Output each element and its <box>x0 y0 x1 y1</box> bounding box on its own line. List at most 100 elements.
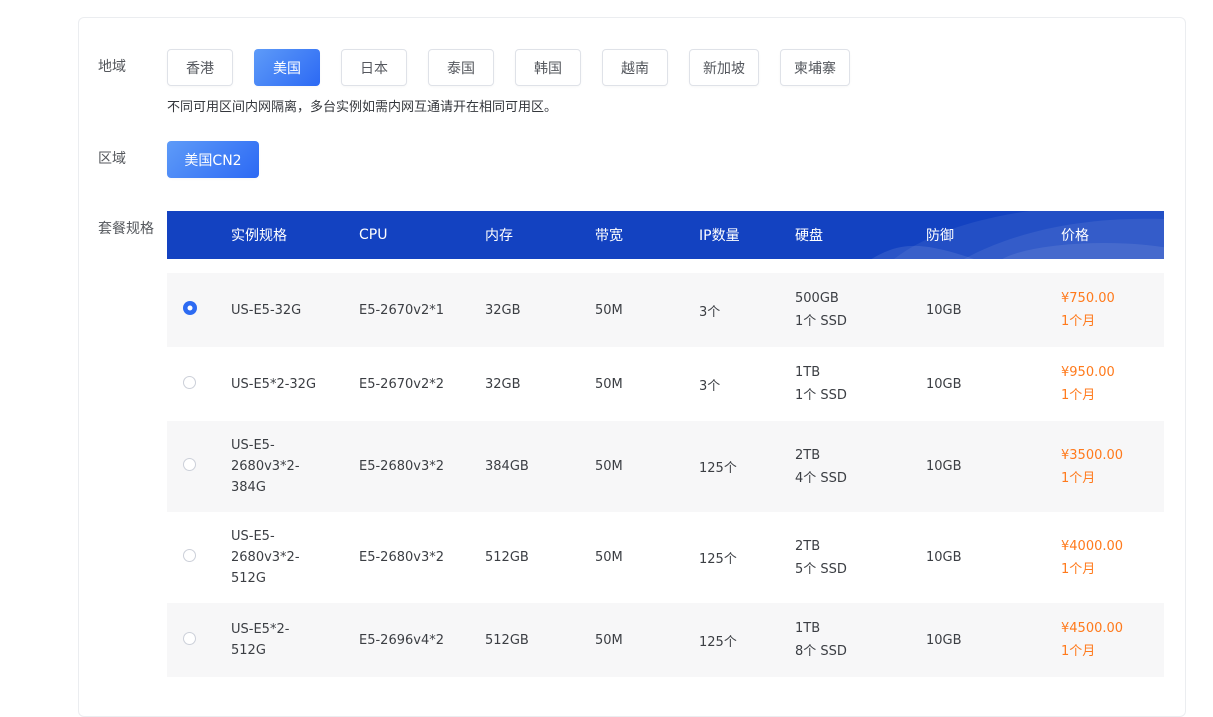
plan-price: ¥4000.00 1个月 <box>1061 535 1164 581</box>
plan-defense: 10GB <box>926 550 1061 565</box>
zone-option-0[interactable]: 美国CN2 <box>167 141 259 178</box>
region-option-0[interactable]: 香港 <box>167 49 233 86</box>
plan-disk-size: 500GB <box>795 287 926 310</box>
plan-price: ¥750.00 1个月 <box>1061 287 1164 333</box>
plan-name: US-E5*2-32G <box>231 374 317 395</box>
region-row: 地域 香港美国日本泰国韩国越南新加坡柬埔寨 不同可用区间内网隔离，多台实例如需内… <box>98 49 1185 117</box>
region-option-5[interactable]: 越南 <box>602 49 668 86</box>
plan-name: US-E5-2680v3*2-384G <box>231 435 317 498</box>
plan-defense: 10GB <box>926 303 1061 318</box>
plan-disk: 2TB 4个 SSD <box>795 444 926 490</box>
header-col-5: 硬盘 <box>795 225 926 245</box>
plan-row: 套餐规格 实例规格CPU内存带宽IP数量硬盘防御价格 US-E5-32G E5-… <box>98 211 1185 677</box>
plan-name: US-E5-32G <box>231 300 317 321</box>
plan-radio[interactable] <box>183 376 196 389</box>
region-option-7[interactable]: 柬埔寨 <box>780 49 850 86</box>
zone-options: 美国CN2 <box>167 141 1185 178</box>
plan-price: ¥950.00 1个月 <box>1061 361 1164 407</box>
plan-price-amount: ¥750.00 <box>1061 287 1164 310</box>
plan-price-amount: ¥4000.00 <box>1061 535 1164 558</box>
plan-defense: 10GB <box>926 633 1061 648</box>
table-row[interactable]: US-E5-2680v3*2-384G E5-2680v3*2 384GB 50… <box>167 421 1164 512</box>
plan-cpu: E5-2670v2*1 <box>359 303 485 318</box>
plan-disk-type: 8个 SSD <box>795 640 926 663</box>
region-option-4[interactable]: 韩国 <box>515 49 581 86</box>
plan-table: 实例规格CPU内存带宽IP数量硬盘防御价格 US-E5-32G E5-2670v… <box>167 211 1164 677</box>
plan-name: US-E5-2680v3*2-512G <box>231 526 317 589</box>
plan-price: ¥3500.00 1个月 <box>1061 444 1164 490</box>
plan-defense: 10GB <box>926 377 1061 392</box>
plan-ip-count: 125个 <box>699 457 795 476</box>
plan-defense: 10GB <box>926 459 1061 474</box>
plan-memory: 512GB <box>485 550 595 565</box>
plan-price-amount: ¥4500.00 <box>1061 617 1164 640</box>
plan-ip-count: 125个 <box>699 548 795 567</box>
table-header: 实例规格CPU内存带宽IP数量硬盘防御价格 <box>167 211 1164 259</box>
header-col-4: IP数量 <box>699 225 795 245</box>
plan-ip-count: 3个 <box>699 375 795 394</box>
plan-disk-size: 2TB <box>795 444 926 467</box>
plan-disk: 1TB 1个 SSD <box>795 361 926 407</box>
table-row[interactable]: US-E5-32G E5-2670v2*1 32GB 50M 3个 500GB … <box>167 273 1164 347</box>
plan-memory: 512GB <box>485 633 595 648</box>
plan-bandwidth: 50M <box>595 377 699 392</box>
plan-cpu: E5-2696v4*2 <box>359 633 485 648</box>
plan-price-amount: ¥3500.00 <box>1061 444 1164 467</box>
plan-bandwidth: 50M <box>595 633 699 648</box>
plan-radio[interactable] <box>183 549 196 562</box>
zone-row: 区域 美国CN2 <box>98 141 1185 178</box>
plan-price-period: 1个月 <box>1061 384 1164 407</box>
plan-disk-type: 1个 SSD <box>795 384 926 407</box>
plan-price-period: 1个月 <box>1061 310 1164 333</box>
region-option-3[interactable]: 泰国 <box>428 49 494 86</box>
header-col-6: 防御 <box>926 225 1061 245</box>
table-body: US-E5-32G E5-2670v2*1 32GB 50M 3个 500GB … <box>167 273 1164 677</box>
zone-label: 区域 <box>98 141 167 178</box>
table-row[interactable]: US-E5*2-32G E5-2670v2*2 32GB 50M 3个 1TB … <box>167 347 1164 421</box>
region-option-1[interactable]: 美国 <box>254 49 320 86</box>
plan-ip-count: 125个 <box>699 631 795 650</box>
table-row[interactable]: US-E5*2-512G E5-2696v4*2 512GB 50M 125个 … <box>167 603 1164 677</box>
header-col-3: 带宽 <box>595 225 699 245</box>
region-option-6[interactable]: 新加坡 <box>689 49 759 86</box>
plan-disk-type: 5个 SSD <box>795 558 926 581</box>
plan-ip-count: 3个 <box>699 301 795 320</box>
plan-memory: 32GB <box>485 303 595 318</box>
plan-disk: 1TB 8个 SSD <box>795 617 926 663</box>
plan-price-amount: ¥950.00 <box>1061 361 1164 384</box>
plan-radio[interactable] <box>183 632 196 645</box>
server-config-panel: 地域 香港美国日本泰国韩国越南新加坡柬埔寨 不同可用区间内网隔离，多台实例如需内… <box>78 17 1186 717</box>
plan-disk-type: 4个 SSD <box>795 467 926 490</box>
plan-price-period: 1个月 <box>1061 467 1164 490</box>
table-row[interactable]: US-E5-2680v3*2-512G E5-2680v3*2 512GB 50… <box>167 512 1164 603</box>
plan-cpu: E5-2680v3*2 <box>359 459 485 474</box>
plan-radio[interactable] <box>183 301 197 315</box>
header-col-7: 价格 <box>1061 225 1164 245</box>
plan-disk-size: 1TB <box>795 361 926 384</box>
region-options: 香港美国日本泰国韩国越南新加坡柬埔寨 <box>167 49 1185 86</box>
plan-bandwidth: 50M <box>595 459 699 474</box>
plan-name: US-E5*2-512G <box>231 619 317 661</box>
plan-label: 套餐规格 <box>98 211 167 248</box>
plan-disk: 500GB 1个 SSD <box>795 287 926 333</box>
plan-bandwidth: 50M <box>595 550 699 565</box>
plan-bandwidth: 50M <box>595 303 699 318</box>
header-col-1: CPU <box>359 227 485 243</box>
region-note: 不同可用区间内网隔离，多台实例如需内网互通请开在相同可用区。 <box>167 99 1185 117</box>
plan-price-period: 1个月 <box>1061 640 1164 663</box>
header-col-2: 内存 <box>485 225 595 245</box>
plan-memory: 384GB <box>485 459 595 474</box>
plan-price-period: 1个月 <box>1061 558 1164 581</box>
plan-radio[interactable] <box>183 458 196 471</box>
region-label: 地域 <box>98 49 167 86</box>
plan-disk-size: 1TB <box>795 617 926 640</box>
plan-cpu: E5-2680v3*2 <box>359 550 485 565</box>
plan-disk-type: 1个 SSD <box>795 310 926 333</box>
region-option-2[interactable]: 日本 <box>341 49 407 86</box>
plan-cpu: E5-2670v2*2 <box>359 377 485 392</box>
header-col-0: 实例规格 <box>231 225 359 245</box>
plan-memory: 32GB <box>485 377 595 392</box>
plan-disk-size: 2TB <box>795 535 926 558</box>
plan-price: ¥4500.00 1个月 <box>1061 617 1164 663</box>
plan-disk: 2TB 5个 SSD <box>795 535 926 581</box>
